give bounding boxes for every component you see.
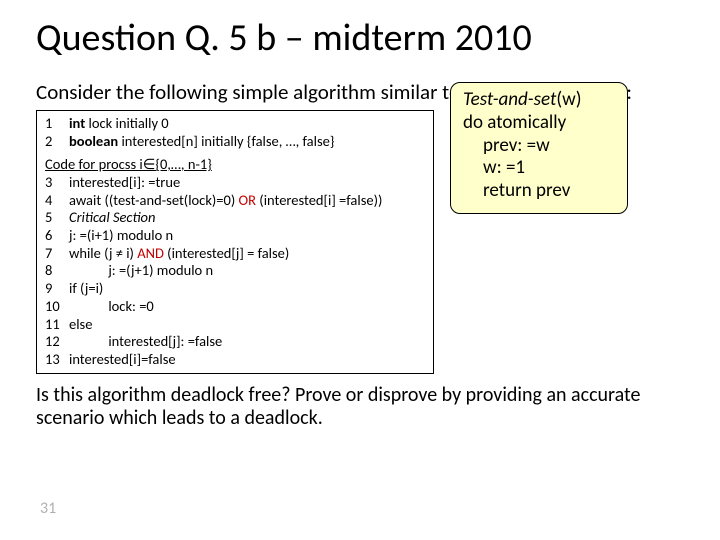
code-line: 9 if (j=i): [45, 280, 425, 298]
line-number: 3: [45, 174, 69, 192]
decl-line: 1 int lock initially 0: [45, 115, 425, 133]
code-line: 13 interested[i]=false: [45, 351, 425, 369]
tas-title: Test-and-set(w): [463, 89, 615, 112]
line-number: 1: [45, 115, 69, 133]
line-number: 7: [45, 245, 69, 263]
code-text: if (j=i): [69, 280, 425, 298]
code-text: int lock initially 0: [69, 115, 425, 133]
code-line: 11 else: [45, 316, 425, 334]
tas-line: do atomically: [463, 112, 615, 135]
slide: Question Q. 5 b – midterm 2010 Consider …: [0, 0, 720, 540]
line-number: 2: [45, 133, 69, 151]
line-number: 6: [45, 227, 69, 245]
code-text: lock: =0: [69, 298, 425, 316]
code-line: 12 interested[j]: =false: [45, 333, 425, 351]
line-number: 9: [45, 280, 69, 298]
line-number: 5: [45, 209, 69, 227]
line-number: 11: [45, 316, 69, 334]
line-number: 8: [45, 262, 69, 280]
code-line: 6 j: =(i+1) modulo n: [45, 227, 425, 245]
code-line: 10 lock: =0: [45, 298, 425, 316]
process-header: Code for procss i∈{0,…, n-1}: [45, 156, 425, 174]
page-number: 31: [40, 499, 56, 518]
line-number: 12: [45, 333, 69, 351]
code-text: interested[i]=false: [69, 351, 425, 369]
code-line: 5 Critical Section: [45, 209, 425, 227]
tas-line: return prev: [463, 180, 615, 203]
closing-question: Is this algorithm deadlock free? Prove o…: [36, 384, 684, 430]
code-text: await ((test-and-set(lock)=0) OR (intere…: [69, 192, 425, 210]
code-line: 4 await ((test-and-set(lock)=0) OR (inte…: [45, 192, 425, 210]
code-text: Critical Section: [69, 209, 425, 227]
line-number: 13: [45, 351, 69, 369]
code-text: else: [69, 316, 425, 334]
algorithm-box: 1 int lock initially 0 2 boolean interes…: [36, 110, 434, 374]
tas-line: w: =1: [463, 157, 615, 180]
code-line: 7 while (j ≠ i) AND (interested[j] = fal…: [45, 245, 425, 263]
code-text: boolean interested[n] initially {false, …: [69, 133, 425, 151]
code-text: j: =(i+1) modulo n: [69, 227, 425, 245]
code-line: 3 interested[i]: =true: [45, 174, 425, 192]
decl-line: 2 boolean interested[n] initially {false…: [45, 133, 425, 151]
content-row: 1 int lock initially 0 2 boolean interes…: [36, 108, 684, 374]
code-text: while (j ≠ i) AND (interested[j] = false…: [69, 245, 425, 263]
slide-title: Question Q. 5 b – midterm 2010: [36, 18, 684, 60]
tas-line: prev: =w: [463, 135, 615, 158]
code-line: 8 j: =(j+1) modulo n: [45, 262, 425, 280]
code-text: j: =(j+1) modulo n: [69, 262, 425, 280]
line-number: 4: [45, 192, 69, 210]
code-text: interested[j]: =false: [69, 333, 425, 351]
line-number: 10: [45, 298, 69, 316]
code-text: interested[i]: =true: [69, 174, 425, 192]
test-and-set-box: Test-and-set(w) do atomically prev: =w w…: [450, 82, 628, 214]
